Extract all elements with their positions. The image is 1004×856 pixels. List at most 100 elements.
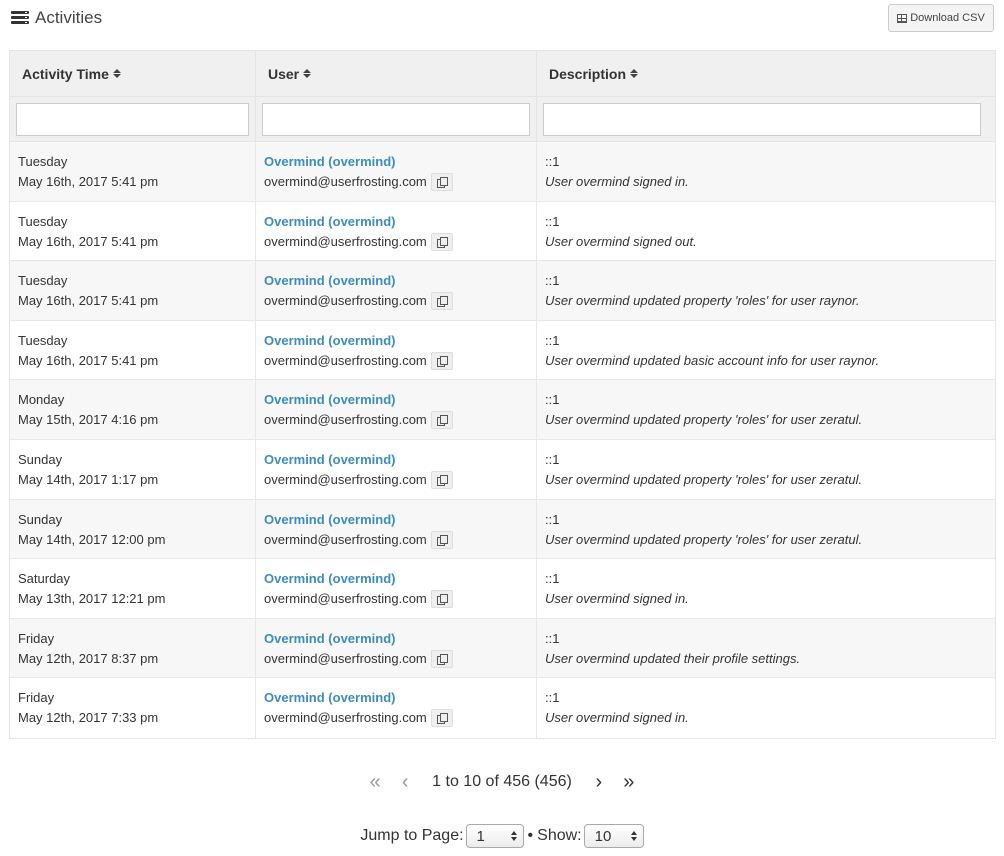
user-link[interactable]: Overmind (overmind) (264, 152, 528, 172)
user-email: overmind@userfrosting.com (264, 471, 427, 487)
copy-icon (436, 594, 448, 606)
chevron-left-icon[interactable]: ‹ (390, 772, 420, 792)
ip-address: ::1 (545, 392, 560, 408)
filter-activity-time-input[interactable] (16, 103, 249, 136)
description-cell: ::1 User overmind signed out. (537, 202, 995, 261)
table-row: Friday May 12th, 2017 7:33 pm Overmind (… (10, 678, 995, 738)
user-email: overmind@userfrosting.com (264, 293, 427, 309)
table-body: Tuesday May 16th, 2017 5:41 pm Overmind … (10, 142, 995, 738)
table-row: Tuesday May 16th, 2017 5:41 pm Overmind … (10, 201, 995, 262)
copy-icon (436, 474, 448, 486)
user-link[interactable]: Overmind (overmind) (264, 390, 528, 410)
user-link[interactable]: Overmind (overmind) (264, 331, 528, 351)
user-cell: Overmind (overmind) overmind@userfrostin… (256, 380, 537, 439)
user-cell: Overmind (overmind) overmind@userfrostin… (256, 559, 537, 618)
table-row: Tuesday May 16th, 2017 5:41 pm Overmind … (10, 142, 995, 202)
activity-time-cell: Tuesday May 16th, 2017 5:41 pm (10, 142, 256, 201)
user-link[interactable]: Overmind (overmind) (264, 510, 528, 530)
user-cell: Overmind (overmind) overmind@userfrostin… (256, 320, 537, 380)
page-size-select[interactable]: 10 (583, 824, 644, 848)
activity-day: Tuesday (18, 154, 68, 169)
page-header: Activities Download CSV (0, 0, 1004, 44)
activity-day: Tuesday (18, 332, 68, 348)
user-email: overmind@userfrosting.com (264, 412, 427, 428)
ip-address: ::1 (545, 273, 560, 289)
table-row: Sunday May 14th, 2017 12:00 pm Overmind … (10, 499, 995, 560)
ip-address: ::1 (545, 690, 560, 706)
user-cell: Overmind (overmind) overmind@userfrostin… (256, 261, 537, 320)
server-list-icon (11, 11, 29, 25)
filter-user-input[interactable] (262, 103, 530, 136)
ip-address: ::1 (545, 630, 560, 646)
description-cell: ::1 User overmind updated basic account … (537, 321, 995, 380)
user-link[interactable]: Overmind (overmind) (264, 629, 528, 649)
column-header-activity-time[interactable]: Activity Time (10, 51, 256, 96)
filter-description-input[interactable] (543, 103, 981, 136)
activity-time-cell: Tuesday May 16th, 2017 5:41 pm (10, 320, 256, 380)
user-link[interactable]: Overmind (overmind) (264, 271, 528, 291)
filter-row (10, 97, 995, 142)
copy-email-button[interactable] (430, 649, 453, 668)
double-chevron-right-icon[interactable]: » (614, 772, 644, 792)
jump-to-page-label: Jump to Page: (360, 827, 464, 844)
table-icon (897, 13, 908, 23)
copy-email-button[interactable] (430, 709, 453, 728)
page-size-value: 10 (594, 827, 612, 845)
user-link[interactable]: Overmind (overmind) (264, 688, 528, 708)
user-cell: Overmind (overmind) overmind@userfrostin… (256, 142, 537, 201)
user-cell: Overmind (overmind) overmind@userfrostin… (256, 439, 537, 499)
sort-icon (630, 69, 639, 78)
table-row: Sunday May 14th, 2017 1:17 pm Overmind (… (10, 439, 995, 500)
pagination-info: 1 to 10 of 456 (456) (432, 773, 572, 790)
double-chevron-left-icon[interactable]: « (360, 772, 390, 792)
activity-datetime: May 16th, 2017 5:41 pm (18, 233, 159, 249)
copy-icon (436, 296, 448, 308)
activity-day: Tuesday (18, 213, 68, 229)
activities-table: Activity Time User Description Tuesday M… (9, 50, 996, 739)
pagination: « ‹ 1 to 10 of 456 (456) › » (0, 768, 1004, 796)
download-csv-button[interactable]: Download CSV (888, 4, 994, 32)
copy-email-button[interactable] (430, 351, 453, 370)
activity-time-cell: Tuesday May 16th, 2017 5:41 pm (10, 261, 256, 320)
column-header-label: Activity Time (22, 65, 109, 82)
user-cell: Overmind (overmind) overmind@userfrostin… (256, 201, 537, 261)
copy-email-button[interactable] (430, 590, 453, 609)
activity-description: User overmind signed in. (545, 174, 689, 189)
sort-icon (112, 69, 121, 78)
activity-day: Friday (18, 690, 55, 706)
user-link[interactable]: Overmind (overmind) (264, 450, 528, 470)
activity-time-cell: Sunday May 14th, 2017 12:00 pm (10, 499, 256, 559)
chevron-right-icon[interactable]: › (584, 772, 614, 792)
activity-time-cell: Tuesday May 16th, 2017 5:41 pm (10, 201, 256, 261)
user-email: overmind@userfrosting.com (264, 591, 427, 607)
activity-description: User overmind updated property 'roles' f… (545, 412, 863, 428)
user-link[interactable]: Overmind (overmind) (264, 569, 528, 589)
activity-datetime: May 12th, 2017 8:37 pm (18, 650, 159, 666)
page-title: Activities (35, 8, 103, 27)
activity-description: User overmind signed in. (545, 591, 689, 607)
copy-email-button[interactable] (430, 173, 453, 191)
table-row: Tuesday May 16th, 2017 5:41 pm Overmind … (10, 261, 995, 321)
copy-icon (436, 177, 448, 188)
activity-datetime: May 16th, 2017 5:41 pm (18, 352, 159, 368)
copy-email-button[interactable] (430, 411, 453, 430)
show-label: Show: (537, 827, 582, 844)
ip-address: ::1 (545, 154, 560, 169)
page-select[interactable]: 1 (465, 824, 524, 848)
table-row: Friday May 12th, 2017 8:37 pm Overmind (… (10, 618, 995, 679)
activity-description: User overmind updated basic account info… (545, 352, 880, 368)
activity-time-cell: Friday May 12th, 2017 7:33 pm (10, 678, 256, 738)
copy-email-button[interactable] (430, 530, 453, 549)
ip-address: ::1 (545, 511, 560, 527)
user-link[interactable]: Overmind (overmind) (264, 212, 528, 232)
copy-email-button[interactable] (430, 232, 453, 251)
description-cell: ::1 User overmind updated property 'role… (537, 261, 995, 320)
activity-description: User overmind signed in. (545, 710, 689, 726)
activity-day: Friday (18, 630, 55, 646)
copy-email-button[interactable] (430, 292, 453, 311)
activity-description: User overmind signed out. (545, 233, 697, 249)
activity-time-cell: Saturday May 13th, 2017 12:21 pm (10, 559, 256, 618)
column-header-description[interactable]: Description (537, 51, 995, 96)
copy-email-button[interactable] (430, 470, 453, 489)
column-header-user[interactable]: User (256, 51, 537, 96)
